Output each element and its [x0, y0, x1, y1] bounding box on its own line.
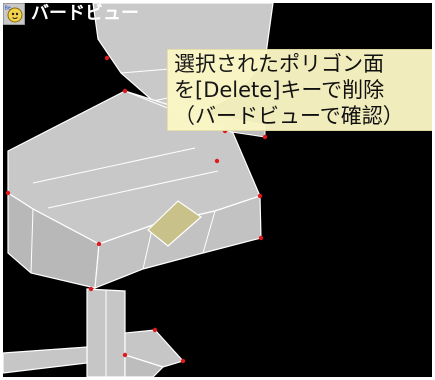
vertex [180, 358, 186, 364]
vertex [96, 241, 102, 247]
chair-base-leg [3, 346, 88, 374]
vertex [104, 55, 110, 61]
vertex [122, 352, 128, 358]
vertex [122, 88, 128, 94]
vertex [152, 327, 158, 333]
vertex [258, 235, 264, 241]
screenshot-frame: Be バードビュー 選択されたポリゴン面 を[Delete]キーで削除 （バード… [0, 0, 435, 380]
bird-view-viewport[interactable]: Be バードビュー 選択されたポリゴン面 を[Delete]キーで削除 （バード… [3, 3, 432, 377]
viewport-titlebar: Be バードビュー [3, 3, 139, 25]
viewport-title: バードビュー [31, 3, 139, 24]
svg-text:Be: Be [5, 6, 12, 12]
callout-line: 選択されたポリゴン面 [174, 52, 384, 76]
vertex [262, 134, 268, 140]
vertex [88, 286, 94, 292]
bird-view-icon[interactable]: Be [3, 3, 25, 25]
vertex [257, 193, 263, 199]
callout-line: を[Delete]キーで削除 [174, 78, 385, 102]
instruction-callout: 選択されたポリゴン面 を[Delete]キーで削除 （バードビューで確認） [167, 49, 432, 131]
vertex [5, 190, 11, 196]
vertex [214, 158, 220, 164]
callout-line: （バードビューで確認） [174, 104, 404, 128]
